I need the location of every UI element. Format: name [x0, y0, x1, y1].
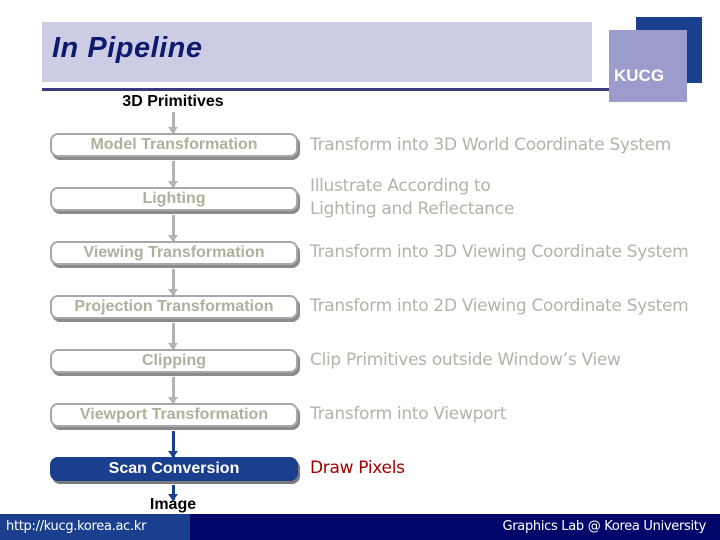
footer-url[interactable]: http://kucg.korea.ac.kr — [0, 514, 190, 540]
stage-label: Model Transformation — [90, 136, 258, 153]
stage-description-line: Transform into 3D Viewing Coordinate Sys… — [310, 242, 689, 262]
pipeline-stage: Lighting — [50, 187, 298, 211]
stage-description: Transform into 3D World Coordinate Syste… — [310, 134, 671, 157]
stage-label: Viewing Transformation — [83, 244, 265, 261]
stage-label: Projection Transformation — [74, 298, 274, 315]
pipeline-stage: Model Transformation — [50, 133, 298, 157]
stage-description-line: Transform into 3D World Coordinate Syste… — [310, 135, 672, 155]
pipeline-stage: Scan Conversion — [50, 457, 298, 481]
stage-description: Draw Pixels — [310, 457, 405, 480]
slide-title: In Pipeline — [52, 32, 203, 64]
stage-label: Viewport Transformation — [79, 406, 269, 423]
title-divider — [42, 88, 642, 91]
stage-description: Illustrate According to Lighting and Refl… — [310, 175, 514, 221]
footer-bar: http://kucg.korea.ac.kr Graphics Lab @ K… — [0, 514, 720, 540]
footer-credit: Graphics Lab @ Korea University — [502, 519, 706, 534]
stage-description: Transform into 3D Viewing Coordinate Sys… — [310, 241, 689, 264]
stage-description-line: Transform into Viewport — [310, 404, 507, 424]
stage-description: Transform into Viewport — [310, 403, 507, 426]
stage-label: Scan Conversion — [108, 460, 240, 477]
stage-label: Lighting — [142, 190, 206, 207]
stage-description-line: Draw Pixels — [310, 458, 405, 478]
pipeline-stage: Viewing Transformation — [50, 241, 298, 265]
pipeline-input-label: 3D Primitives — [122, 93, 224, 110]
stage-description-line: Lighting and Reflectance — [310, 199, 514, 219]
pipeline-stage: Viewport Transformation — [50, 403, 298, 427]
stage-description: Transform into 2D Viewing Coordinate Sys… — [310, 295, 689, 318]
stage-description-line: Transform into 2D Viewing Coordinate Sys… — [310, 296, 689, 316]
pipeline-output-label: Image — [149, 496, 197, 513]
stage-description-line: Clip Primitives outside Window’s View — [310, 350, 621, 370]
stage-description-line: Illustrate According to — [310, 176, 491, 196]
pipeline-stage: Clipping — [50, 349, 298, 373]
stage-label: Clipping — [142, 352, 206, 369]
kucg-logo: KUCG — [614, 66, 665, 85]
pipeline-stage: Projection Transformation — [50, 295, 298, 319]
stage-description: Clip Primitives outside Window’s View — [310, 349, 621, 372]
